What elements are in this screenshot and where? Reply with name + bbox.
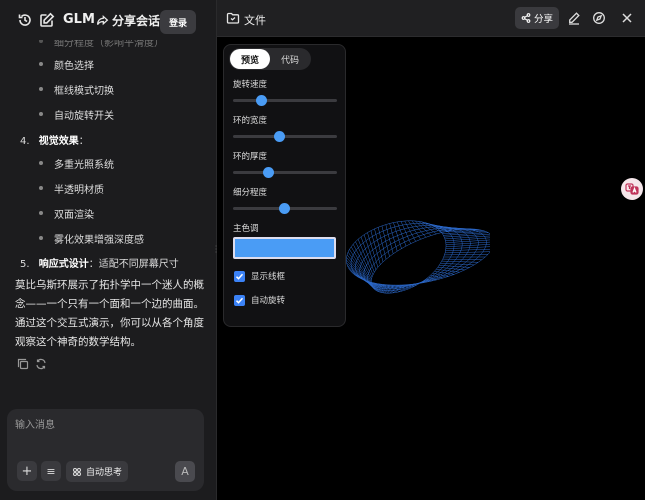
send-button[interactable]: A [175, 461, 195, 482]
copy-icon[interactable] [17, 358, 29, 370]
section-number: 5. [20, 259, 30, 270]
compass-icon[interactable] [592, 11, 606, 25]
list-item: 多重光照系统 [39, 156, 114, 171]
new-chat-icon[interactable] [39, 12, 55, 28]
folder-icon [226, 11, 240, 25]
list-item: 细分程度（影响平滑度） [39, 40, 164, 49]
rotation-speed-label: 旋转速度 [233, 80, 268, 90]
rotation-speed-slider[interactable] [233, 95, 337, 106]
message-composer: + ≡ 自动思考 A [7, 409, 204, 491]
file-panel-header: 文件 分享 [217, 0, 645, 37]
regenerate-icon[interactable] [35, 358, 47, 370]
section-heading-5: 5. 响应式设计：适配不同屏幕尺寸 [20, 255, 179, 270]
subdivision-slider[interactable] [233, 203, 337, 214]
section-colon: ： [78, 136, 89, 147]
show-wireframe-checkbox[interactable] [234, 271, 245, 282]
send-icon: A [181, 465, 189, 478]
section-number: 4. [20, 136, 30, 147]
mobius-strip-render[interactable] [340, 185, 490, 330]
section-title: 视觉效果 [38, 136, 79, 147]
color-picker[interactable] [233, 237, 336, 259]
control-panel: 预览 代码 旋转速度 环的宽度 环的厚度 细分程度 主色调 显示线框 自动旋转 [223, 44, 346, 327]
auto-think-button[interactable]: 自动思考 [66, 461, 128, 482]
show-wireframe-label: 显示线框 [251, 272, 286, 282]
list-item: 颜色选择 [39, 57, 94, 72]
view-toggle: 预览 代码 [229, 48, 311, 70]
mesh-line [445, 248, 490, 252]
app-title: GLM [63, 12, 95, 27]
auto-rotate-checkbox[interactable] [234, 295, 245, 306]
subdivision-label: 细分程度 [233, 188, 268, 198]
summary-paragraph: 莫比乌斯环展示了拓扑学中一个迷人的概念——一个只有一个面和一个边的曲面。通过这个… [15, 279, 204, 348]
ring-width-label: 环的宽度 [233, 116, 268, 126]
add-attachment-button[interactable]: + [17, 461, 37, 481]
mesh-line [370, 228, 490, 294]
section-desc: ：适配不同屏幕尺寸 [88, 259, 179, 270]
file-panel-title: 文件 [244, 14, 266, 27]
ring-thickness-slider[interactable] [233, 167, 337, 178]
close-icon[interactable] [620, 11, 634, 25]
auto-think-label: 自动思考 [85, 468, 122, 478]
auto-rotate-label: 自动旋转 [251, 296, 286, 306]
list-item: 框线模式切换 [39, 82, 114, 97]
share-label: 分享 [533, 14, 553, 25]
list-item: 半透明材质 [39, 181, 104, 196]
message-input[interactable] [15, 415, 195, 435]
check-icon [235, 273, 244, 280]
history-icon[interactable] [17, 12, 33, 28]
slider-thumb[interactable] [273, 131, 285, 142]
share-button[interactable]: 分享 [515, 7, 559, 29]
chat-topbar: GLM 分享会话 登录 [0, 0, 216, 40]
list-item: 自动旋转开关 [39, 107, 114, 122]
mesh-line [363, 227, 479, 289]
main-color-label: 主色调 [233, 224, 259, 234]
menu-button[interactable]: ≡ [41, 461, 61, 481]
share-conversation-button[interactable]: 分享会话 [96, 12, 160, 29]
list-item: 双面渲染 [39, 206, 94, 221]
share-arrow-icon [96, 14, 109, 26]
translate-icon[interactable] [621, 178, 643, 200]
chat-panel: GLM 分享会话 登录 细分程度（影响平滑度） 颜色选择 框线模式切换 自动旋转… [0, 0, 216, 500]
slider-thumb[interactable] [278, 203, 290, 214]
edit-icon[interactable] [567, 11, 581, 25]
chat-messages: 细分程度（影响平滑度） 颜色选择 框线模式切换 自动旋转开关 4. 视觉效果： … [0, 40, 216, 400]
ring-thickness-label: 环的厚度 [233, 152, 268, 162]
section-heading-4: 4. 视觉效果： [20, 132, 89, 147]
ring-width-slider[interactable] [233, 131, 337, 142]
plus-icon: + [21, 463, 33, 479]
mesh-line [445, 246, 490, 250]
slider-thumb[interactable] [263, 167, 275, 178]
list-item: 雾化效果增强深度感 [39, 231, 144, 246]
share-conversation-label: 分享会话 [112, 14, 161, 28]
mobius-wireframe [346, 220, 490, 294]
check-icon [235, 297, 244, 304]
mesh-line [355, 225, 472, 287]
menu-icon: ≡ [46, 464, 56, 478]
grid-icon [72, 467, 81, 476]
tab-preview[interactable]: 预览 [230, 49, 270, 69]
slider-thumb[interactable] [256, 95, 268, 106]
share-icon [521, 13, 531, 23]
tab-code[interactable]: 代码 [270, 49, 310, 69]
login-button[interactable]: 登录 [160, 10, 196, 34]
section-title: 响应式设计 [38, 259, 89, 270]
